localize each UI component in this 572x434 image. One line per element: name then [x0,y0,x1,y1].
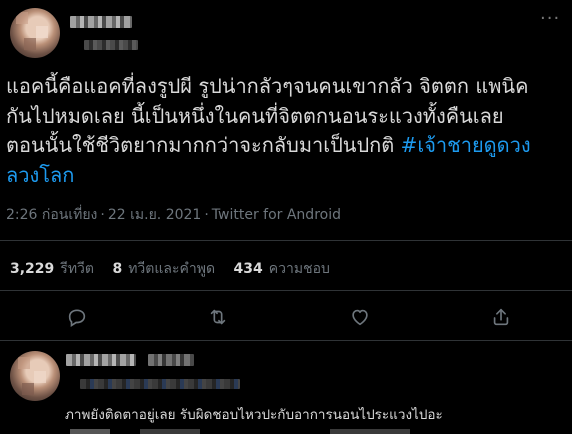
main-tweet: ··· แอคนี้คือแอคที่ลงรูปผี รูปน่ากลัวๆจน… [0,0,572,340]
quotes-stat[interactable]: 8 ทวีตและคำพูด [112,261,215,277]
quotes-count: 8 [112,261,123,277]
display-name-blurred[interactable] [148,354,194,366]
retweets-count: 3,229 [10,261,55,277]
avatar-pixel [34,371,46,383]
blurred-content [330,429,410,434]
share-button[interactable] [486,302,516,332]
tweet-text-line: กันไปหมดเลย นี้เป็นหนึ่งในคนที่จิตตกนอนร… [6,103,504,128]
tweet-text-line: แอคนี้คือแอคที่ลงรูปผี รูปน่ากลัวๆจนคนเข… [6,74,529,98]
tweet-metadata: 2:26 ก่อนเที่ยง · 22 เม.ย. 2021 · Twitter fo… [6,204,341,226]
reply-tweet[interactable]: ภาพยังติดตาอยู่เลย รับผิดชอบไหวปะกับอากา… [0,341,572,434]
share-icon [493,308,509,326]
avatar-pixel [22,383,34,395]
avatar-pixel [36,26,48,38]
reply-icon [68,309,86,327]
username-blurred[interactable] [80,379,240,389]
tweet-source[interactable]: Twitter for Android [212,207,341,223]
quotes-label: ทวีตและคำพูด [128,261,216,277]
hashtag-link[interactable]: #เจ้าชายดูดวง [401,133,531,157]
heart-icon [352,309,368,326]
likes-count: 434 [233,261,263,277]
avatar-pixel [16,12,28,24]
avatar[interactable] [10,351,60,401]
retweet-icon [210,309,226,325]
likes-label: ความชอบ [268,261,330,277]
tweet-time[interactable]: 2:26 ก่อนเที่ยง [6,207,97,223]
avatar[interactable] [10,8,60,58]
display-name-blurred[interactable] [66,354,136,366]
retweet-button[interactable] [203,302,233,332]
tweet-text-line: ตอนนั้นใช้ชีวิตยากมากกว่าจะกลับมาเป็นปกต… [6,131,572,161]
more-options-icon[interactable]: ··· [540,10,562,28]
avatar-pixel [24,38,36,50]
tweet-stats: 3,229 รีทวีต 8 ทวีตและคำพูด 434 ความชอบ [10,258,344,280]
blurred-content [70,429,110,434]
avatar-pixel [18,357,30,369]
reply-button[interactable] [62,302,92,332]
likes-stat[interactable]: 434 ความชอบ [234,261,330,277]
tweet-actions [0,302,572,332]
meta-separator: · [100,207,105,223]
meta-separator: · [204,207,209,223]
like-button[interactable] [345,302,375,332]
hashtag-link-continuation[interactable]: ลวงโลก [6,161,572,191]
tweet-body: แอคนี้คือแอคที่ลงรูปผี รูปน่ากลัวๆจนคนเข… [6,72,572,190]
tweet-text-segment: ตอนนั้นใช้ชีวิตยากมากกว่าจะกลับมาเป็นปกต… [6,133,401,157]
divider [0,290,572,291]
tweet-date[interactable]: 22 เม.ย. 2021 [108,207,201,223]
divider [0,240,572,241]
display-name-blurred[interactable] [70,16,132,28]
username-blurred[interactable] [84,40,138,50]
retweets-stat[interactable]: 3,229 รีทวีต [10,261,94,277]
retweets-label: รีทวีต [60,261,94,277]
reply-text: ภาพยังติดตาอยู่เลย รับผิดชอบไหวปะกับอากา… [65,407,443,423]
blurred-content [140,429,200,434]
